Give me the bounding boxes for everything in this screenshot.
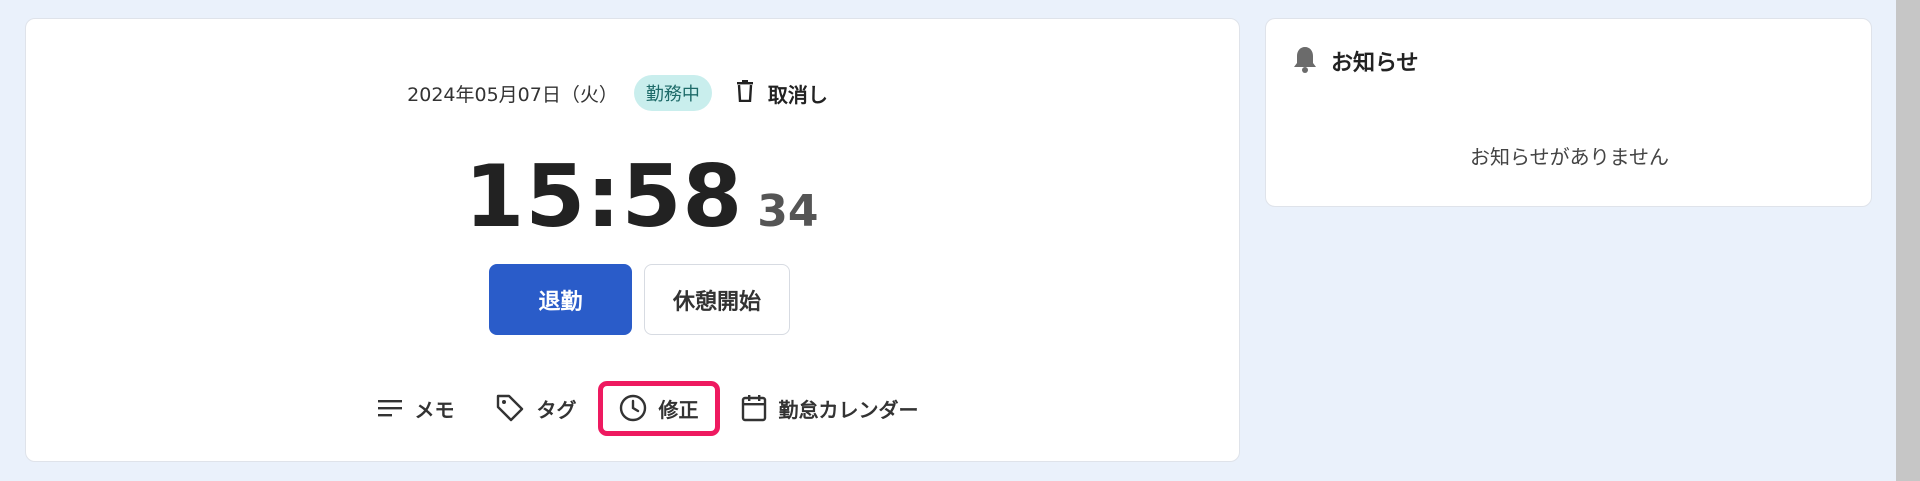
memo-button[interactable]: メモ bbox=[363, 386, 469, 431]
notice-empty-message: お知らせがありません bbox=[1470, 145, 1669, 169]
current-date: 2024年05月07日（火） bbox=[407, 83, 618, 106]
tag-icon bbox=[495, 393, 525, 423]
page-scrollbar[interactable] bbox=[1896, 0, 1920, 481]
start-break-button[interactable]: 休憩開始 bbox=[644, 264, 790, 335]
clock-out-button[interactable]: 退勤 bbox=[489, 264, 632, 335]
clock-seconds: 34 bbox=[757, 186, 819, 237]
notice-header: お知らせ bbox=[1293, 45, 1419, 77]
tag-label: タグ bbox=[536, 397, 577, 422]
clock-hours-minutes: 15:58 bbox=[464, 147, 744, 247]
attendance-calendar-button[interactable]: 勤怠カレンダー bbox=[727, 386, 933, 431]
memo-lines-icon bbox=[377, 397, 403, 419]
clock: 15:58 34 bbox=[34, 147, 1249, 247]
attendance-card: 2024年05月07日（火） 勤務中 取消し 15:58 34 退勤 休憩開始 bbox=[25, 18, 1240, 462]
date-row: 2024年05月07日（火） 勤務中 取消し bbox=[10, 75, 1225, 111]
action-row: メモ タグ 修正 勤怠カレンダー bbox=[40, 380, 1255, 436]
memo-label: メモ bbox=[414, 397, 455, 422]
clock-icon bbox=[619, 394, 647, 422]
bell-icon bbox=[1293, 45, 1317, 77]
calendar-icon bbox=[741, 394, 767, 422]
edit-button[interactable]: 修正 bbox=[597, 380, 720, 436]
trash-icon bbox=[736, 79, 754, 107]
punch-buttons: 退勤 休憩開始 bbox=[32, 264, 1247, 335]
tag-button[interactable]: タグ bbox=[481, 385, 591, 431]
notice-title: お知らせ bbox=[1331, 51, 1419, 76]
notice-card: お知らせ お知らせがありません bbox=[1265, 18, 1872, 207]
calendar-label: 勤怠カレンダー bbox=[778, 397, 919, 422]
cancel-label: 取消し bbox=[767, 82, 828, 107]
page: 2024年05月07日（火） 勤務中 取消し 15:58 34 退勤 休憩開始 bbox=[0, 0, 1920, 481]
cancel-button[interactable]: 取消し bbox=[736, 79, 828, 108]
edit-label: 修正 bbox=[658, 397, 699, 422]
status-badge: 勤務中 bbox=[633, 75, 712, 111]
